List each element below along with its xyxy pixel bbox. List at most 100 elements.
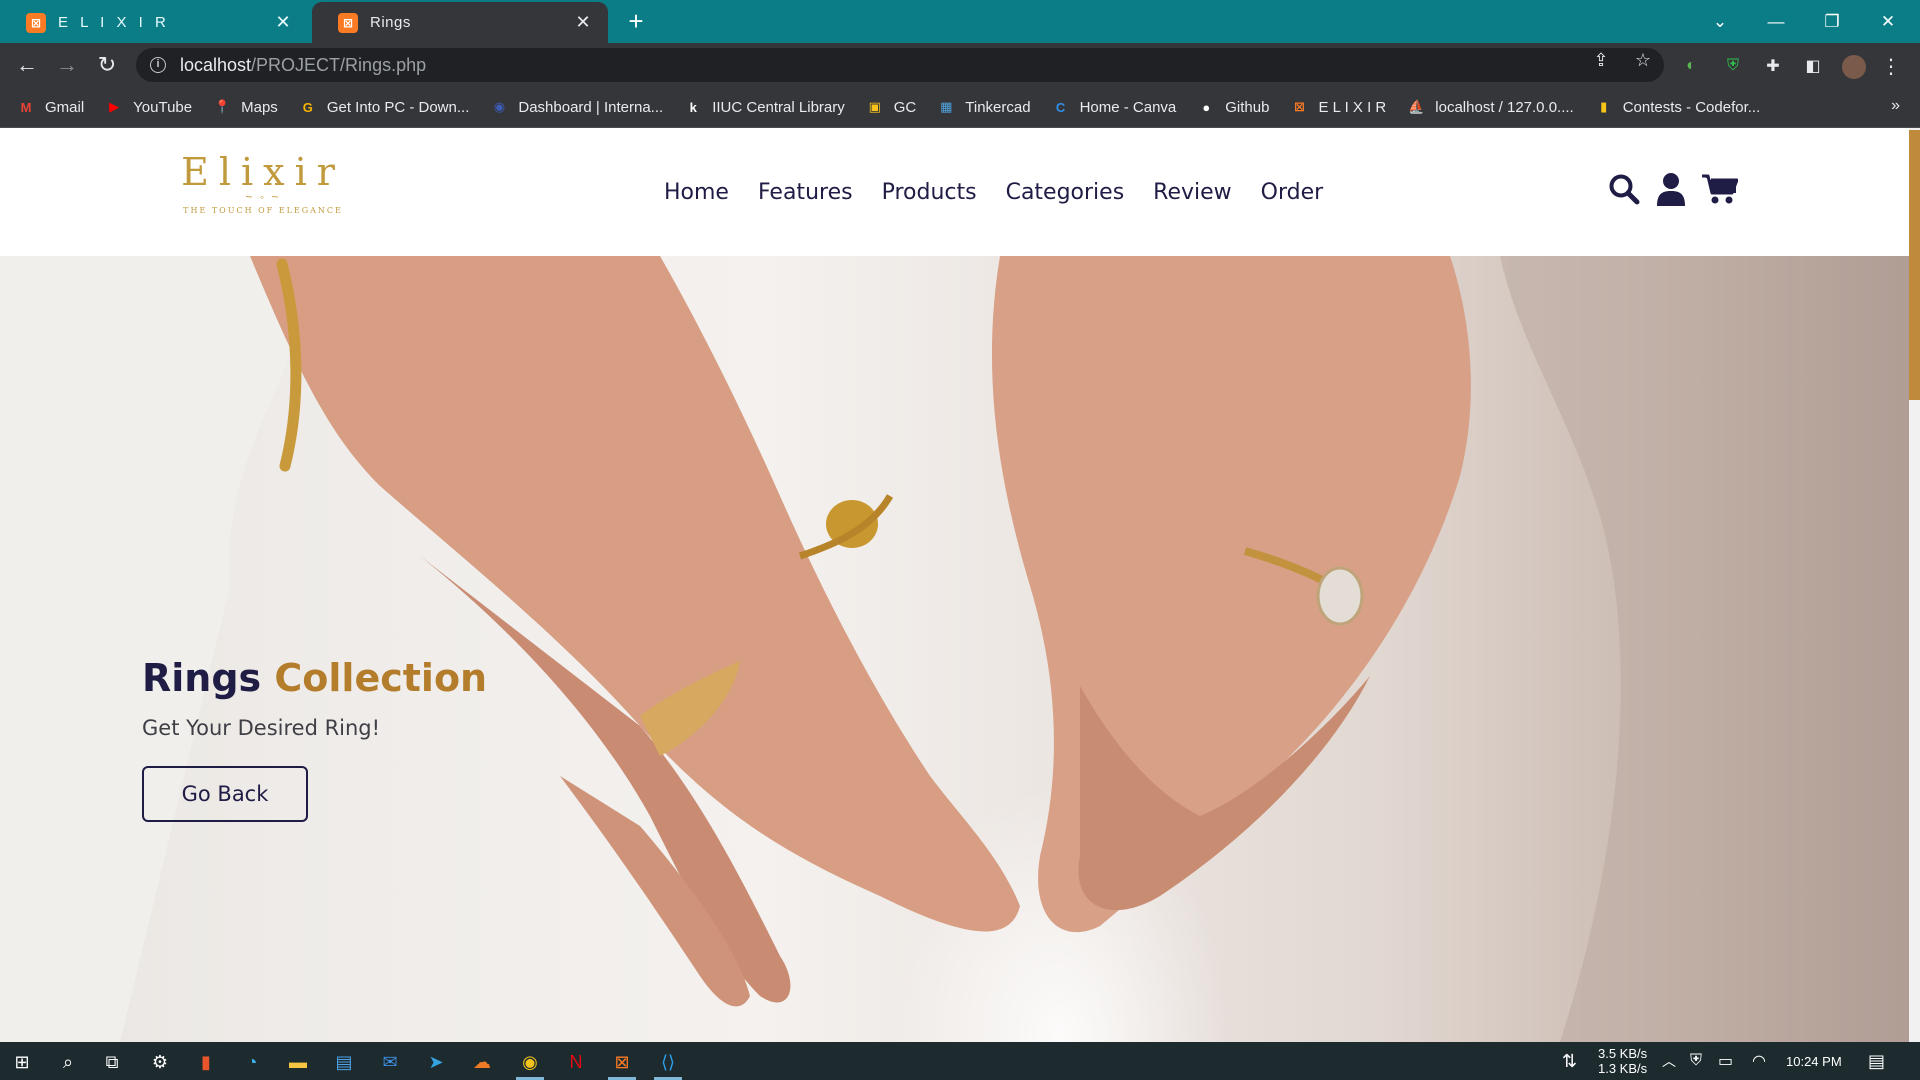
bookmark-item[interactable]: ◉ Dashboard | Interna... — [489, 98, 664, 116]
settings-gear-icon[interactable]: ⚙ — [140, 1047, 180, 1077]
page-scrollbar[interactable] — [1909, 128, 1920, 1042]
windows-taskbar: ⊞ ⌕ ⧉ ⚙ ▮ ◔ ▬ ▤ ✉ ➤ ☁ ◉ N ⊠ ⟨⟩ ⇅ 3.5 KB/… — [0, 1042, 1920, 1080]
bookmark-item[interactable]: ▣ GC — [865, 98, 917, 116]
header-icons — [1608, 172, 1754, 211]
bookmark-item[interactable]: ⊠ E L I X I R — [1289, 98, 1386, 116]
maps-icon: 📍 — [214, 99, 231, 114]
bookmark-label: E L I X I R — [1318, 98, 1387, 116]
minimize-button[interactable]: — — [1748, 0, 1804, 43]
forward-arrow-icon[interactable]: → — [52, 50, 82, 80]
bookmarks-overflow-icon[interactable]: » — [1891, 97, 1900, 115]
windows-start-icon[interactable]: ⊞ — [2, 1047, 42, 1077]
bookmark-item[interactable]: C Home - Canva — [1051, 98, 1176, 116]
battery-icon[interactable]: ▭ — [1718, 1042, 1733, 1080]
nav-features[interactable]: Features — [758, 180, 853, 205]
browser-toolbar: ← → ↻ i localhost/PROJECT/Rings.php ⇪ ☆ … — [0, 43, 1920, 87]
tab-title: E L I X I R — [58, 14, 170, 31]
web-page: Elixir ~ ◦ ~ THE TOUCH OF ELEGANCE Home … — [0, 128, 1909, 1042]
wifi-icon[interactable]: ◠ — [1752, 1042, 1766, 1080]
bookmark-item[interactable]: ▮ Contests - Codefor... — [1594, 98, 1761, 116]
cart-icon[interactable] — [1702, 173, 1739, 210]
tab-title: Rings — [370, 14, 411, 31]
chrome-icon[interactable]: ◉ — [510, 1047, 550, 1080]
clock[interactable]: 10:24 PM — [1786, 1042, 1842, 1080]
bookmarks-bar: M Gmail ▶ YouTube 📍 Maps G Get Into PC - Down..… — [0, 87, 1920, 128]
bookmark-star-icon[interactable]: ☆ — [1632, 50, 1654, 71]
netflix-icon[interactable]: N — [556, 1047, 596, 1077]
cloud-app-icon[interactable]: ☁ — [462, 1047, 502, 1077]
address-bar[interactable]: i localhost/PROJECT/Rings.php — [136, 48, 1664, 82]
close-window-button[interactable]: ✕ — [1860, 0, 1916, 43]
search-icon[interactable]: ⌕ — [48, 1047, 88, 1077]
close-tab-icon[interactable]: ✕ — [272, 12, 294, 33]
extension-colorful-icon[interactable]: ◐ — [1680, 55, 1702, 77]
side-panel-icon[interactable]: ◧ — [1802, 55, 1824, 77]
reload-icon[interactable]: ↻ — [92, 50, 122, 80]
bookmark-item[interactable]: ⛵ localhost / 127.0.0.... — [1406, 98, 1574, 116]
xampp-icon[interactable]: ⊠ — [602, 1047, 642, 1080]
address-host: localhost — [180, 54, 252, 75]
tab-rings[interactable]: ⊠ Rings ✕ — [312, 2, 608, 43]
chevron-up-icon[interactable]: ︿ — [1662, 1042, 1676, 1080]
store-icon[interactable]: ▤ — [324, 1047, 364, 1077]
bookmark-label: Gmail — [45, 98, 85, 116]
user-icon[interactable] — [1656, 172, 1686, 211]
bookmark-item[interactable]: k IIUC Central Library — [683, 98, 845, 116]
github-icon: ● — [1202, 99, 1211, 115]
network-speed-arrows-icon: ⇅ — [1562, 1050, 1578, 1071]
bookmark-item[interactable]: M Gmail — [16, 98, 85, 116]
office-icon[interactable]: ▮ — [186, 1047, 226, 1077]
xampp-icon: ⊠ — [26, 12, 46, 33]
nav-review[interactable]: Review — [1153, 180, 1232, 205]
defender-shield-icon[interactable]: ⛨ — [1690, 1042, 1702, 1080]
task-view-icon[interactable]: ⧉ — [92, 1047, 132, 1077]
bookmark-item[interactable]: ● Github — [1196, 98, 1269, 116]
vscode-icon[interactable]: ⟨⟩ — [648, 1047, 688, 1080]
hero-title-rings: Rings — [142, 656, 262, 700]
bookmark-item[interactable]: G Get Into PC - Down... — [298, 98, 470, 116]
share-icon[interactable]: ⇪ — [1590, 50, 1612, 71]
nav-categories[interactable]: Categories — [1006, 180, 1125, 205]
restore-button[interactable]: ❐ — [1804, 0, 1860, 43]
nav-order[interactable]: Order — [1261, 180, 1324, 205]
scrollbar-thumb[interactable] — [1909, 130, 1920, 400]
puzzle-extensions-icon[interactable]: ✚ — [1762, 55, 1784, 77]
address-path: /PROJECT/Rings.php — [251, 54, 427, 75]
phpmyadmin-icon: ⛵ — [1408, 99, 1425, 114]
more-menu-icon[interactable]: ⋮ — [1880, 55, 1902, 78]
go-back-button[interactable]: Go Back — [142, 766, 308, 822]
bookmark-item[interactable]: ▦ Tinkercad — [936, 98, 1030, 116]
main-nav: Home Features Products Categories Review… — [664, 180, 1352, 205]
nav-products[interactable]: Products — [882, 180, 977, 205]
shield-extension-icon[interactable]: ⛨ — [1722, 55, 1744, 77]
edge-icon[interactable]: ◔ — [232, 1047, 272, 1077]
hero-subtitle: Get Your Desired Ring! — [142, 716, 381, 740]
bookmark-item[interactable]: ▶ YouTube — [104, 98, 192, 116]
net-down: 3.5 KB/s — [1598, 1046, 1648, 1061]
search-icon[interactable] — [1608, 173, 1640, 210]
notifications-icon[interactable]: ▤ — [1868, 1042, 1885, 1080]
elixir-logo[interactable]: Elixir ~ ◦ ~ THE TOUCH OF ELEGANCE — [180, 152, 346, 228]
site-header: Elixir ~ ◦ ~ THE TOUCH OF ELEGANCE Home … — [0, 128, 1909, 256]
tab-search-icon[interactable]: ⌄ — [1692, 0, 1748, 43]
gmail-icon: M — [20, 99, 32, 115]
site-info-icon[interactable]: i — [150, 57, 166, 73]
bookmark-label: IIUC Central Library — [712, 98, 845, 116]
telegram-icon[interactable]: ➤ — [416, 1047, 456, 1077]
profile-avatar[interactable] — [1842, 55, 1866, 79]
back-arrow-icon[interactable]: ← — [12, 50, 42, 80]
close-tab-icon[interactable]: ✕ — [572, 12, 594, 33]
mail-icon[interactable]: ✉ — [370, 1047, 410, 1077]
new-tab-button[interactable]: + — [620, 6, 652, 38]
file-explorer-icon[interactable]: ▬ — [278, 1047, 318, 1077]
tab-elixir[interactable]: ⊠ E L I X I R ✕ — [0, 2, 308, 43]
nav-home[interactable]: Home — [664, 180, 729, 205]
bookmark-label: GC — [893, 98, 917, 116]
network-speed: 3.5 KB/s 1.3 KB/s — [1598, 1042, 1647, 1080]
logo-word: Elixir — [181, 150, 345, 194]
net-up: 1.3 KB/s — [1598, 1061, 1648, 1076]
bookmark-item[interactable]: 📍 Maps — [212, 98, 278, 116]
bookmark-label: localhost / 127.0.0.... — [1435, 98, 1574, 116]
bookmark-label: Contests - Codefor... — [1622, 98, 1761, 116]
hero-banner: Rings Collection Get Your Desired Ring! … — [0, 256, 1909, 1042]
